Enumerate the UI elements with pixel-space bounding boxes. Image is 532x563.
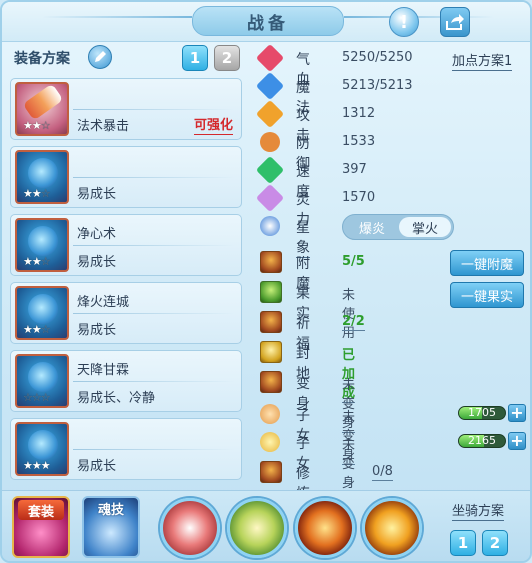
mount-button-1[interactable]: 1 [450,530,476,556]
share-icon [446,14,464,30]
skill-orb-2[interactable] [227,498,287,558]
attack-icon [255,99,285,129]
toggle-option-explosive[interactable]: 爆炎 [346,217,398,237]
equip-slot-5[interactable]: ☆☆☆ 天降甘霖 易成长、冷静 [10,350,242,412]
exclamation-icon: ! [399,11,409,33]
child-1-add-button[interactable]: + [508,404,526,422]
equip-slot-2[interactable]: ★★☆ 易成长 [10,146,242,208]
title-ornament-left [42,16,192,18]
set-button-2[interactable]: 2 [214,45,240,71]
star-sign-toggle[interactable]: 爆炎 掌火 [342,214,454,240]
skill-orb-1[interactable] [160,498,220,558]
enchant-icon [260,251,282,273]
title-ornament-right [344,16,494,18]
add-point-plan-link[interactable]: 加点方案1 [452,50,513,71]
equip-slot-6[interactable]: ★★★ 易成长 [10,418,242,480]
star-sign-icon [260,216,280,236]
slot-trait: 易成长 [77,459,117,474]
page-title: 战备 [192,6,344,36]
one-click-fruit-button[interactable]: 一键果实 [450,282,524,308]
mount-plan-label[interactable]: 坐骑方案 [452,500,505,521]
upgradable-link[interactable]: 可强化 [193,114,233,135]
equip-sets-label: 装备方案 [14,51,70,67]
cultivation-icon [260,461,282,483]
toggle-option-palm-fire[interactable]: 掌火 [399,217,451,237]
equip-slot-4[interactable]: ★★☆ 烽火连城 易成长 [10,282,242,344]
skill-orb-4[interactable] [362,498,422,558]
battle-prep-panel: 战备 ! 装备方案 1 2 ★★☆ 法术暴击 可强化 ★★☆ 易成长 ★★☆ 净… [0,0,532,563]
equip-slot-1[interactable]: ★★☆ 法术暴击 可强化 [10,78,242,140]
skill-orb-3[interactable] [295,498,355,558]
one-click-enchant-button[interactable]: 一键附魔 [450,250,524,276]
spirit-icon [255,183,285,213]
equip-slot-3[interactable]: ★★☆ 净心术 易成长 [10,214,242,276]
slot-skill: 净心术 [77,227,117,242]
child-icon [260,432,280,452]
scroll-item-icon: ★★☆ [15,82,69,136]
blessing-icon [260,311,282,333]
slot-skill: 天降甘霖 [77,363,130,378]
slot-trait: 易成长 [77,187,117,202]
mount-button-2[interactable]: 2 [482,530,508,556]
pet-avatar-icon: ★★☆ [15,286,69,340]
pet-avatar-icon: ★★★ [15,422,69,476]
set-button-1[interactable]: 1 [182,45,208,71]
pet-avatar-icon: ★★☆ [15,218,69,272]
slot-trait: 易成长、冷静 [77,391,156,406]
pet-avatar-icon: ☆☆☆ [15,354,69,408]
help-button[interactable]: ! [389,7,419,37]
suit-label: 套装 [18,500,64,520]
child-2-add-button[interactable]: + [508,432,526,450]
soul-skill-label: 魂技 [97,503,124,518]
slot-skill: 烽火连城 [77,295,130,310]
child-icon [260,404,280,424]
title-bar: 战备 ! [2,2,530,42]
speed-icon [255,155,285,185]
child-2-progress-bar: 2165 [458,434,506,448]
transform-icon [260,371,282,393]
slot-skill: 法术暴击 [77,119,130,134]
fruit-icon [260,281,282,303]
slot-trait: 易成长 [77,323,117,338]
fief-icon [260,341,282,363]
heart-icon [255,43,285,73]
child-1-progress-bar: 1705 [458,406,506,420]
slot-trait: 易成长 [77,255,117,270]
share-button[interactable] [440,7,470,37]
mana-icon [255,71,285,101]
pet-avatar-icon: ★★☆ [15,150,69,204]
edit-sets-button[interactable] [88,45,112,69]
pencil-icon [95,51,106,62]
defense-icon [260,132,280,152]
